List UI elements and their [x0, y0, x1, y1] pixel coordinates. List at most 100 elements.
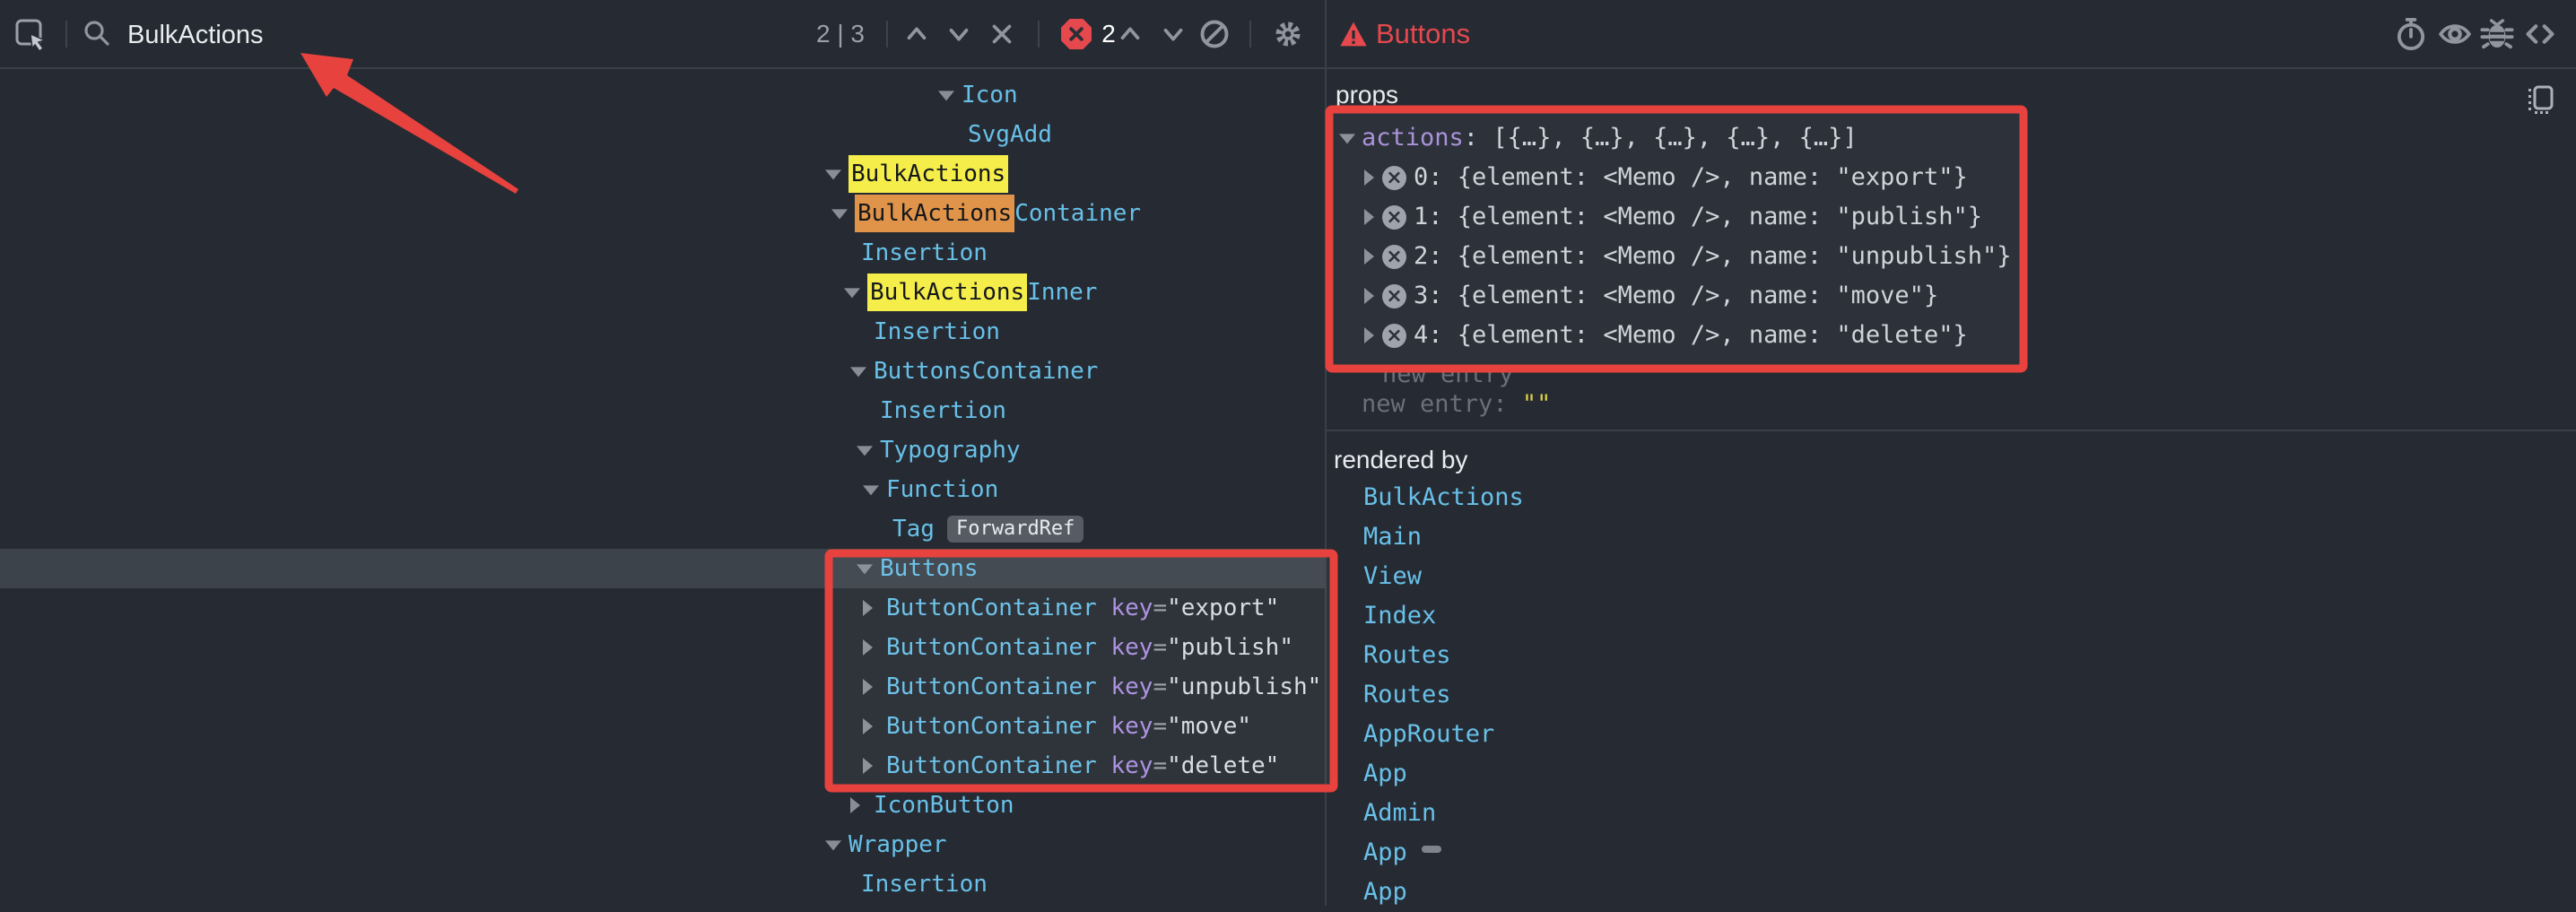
expand-icon[interactable] — [863, 718, 873, 734]
collapse-icon[interactable] — [938, 91, 954, 100]
prop-array-item-row[interactable]: ×0: {element: <Memo />, name: "export"} — [1327, 158, 2576, 197]
rendered-by-item[interactable]: Routes — [1363, 636, 1524, 675]
tree-row[interactable]: BulkActions — [0, 154, 1325, 194]
expand-icon[interactable] — [1364, 248, 1374, 265]
expand-icon[interactable] — [1364, 169, 1374, 186]
rendered-by-item[interactable]: View — [1363, 557, 1524, 596]
inspect-dom-button[interactable] — [2435, 0, 2475, 67]
key-attribute-name: key — [1110, 752, 1153, 779]
clear-search-button[interactable] — [982, 0, 1022, 67]
expand-icon[interactable] — [850, 797, 860, 813]
owner-component-name[interactable]: Admin — [1363, 799, 1436, 827]
expand-icon[interactable] — [1364, 288, 1374, 304]
delete-entry-icon[interactable]: × — [1382, 324, 1406, 348]
next-result-button[interactable] — [939, 0, 979, 67]
tree-row[interactable]: Icon — [0, 75, 1325, 115]
tree-row[interactable]: Function — [0, 470, 1325, 509]
delete-entry-icon[interactable]: × — [1382, 284, 1406, 308]
new-entry-label[interactable]: new entry — [1362, 390, 1493, 418]
tree-row[interactable]: ButtonContainer key="delete" — [0, 746, 1325, 786]
owner-component-name[interactable]: App — [1363, 878, 1407, 906]
collapse-icon[interactable] — [844, 288, 860, 298]
view-source-button[interactable] — [2520, 0, 2560, 67]
collapse-icon[interactable] — [850, 367, 866, 377]
tree-row[interactable]: Insertion — [0, 312, 1325, 352]
prop-array-item-row[interactable]: ×3: {element: <Memo />, name: "move"} — [1327, 276, 2576, 316]
collapse-icon[interactable] — [831, 209, 848, 219]
owner-component-name[interactable]: BulkActions — [1363, 483, 1524, 511]
expand-icon[interactable] — [863, 639, 873, 656]
collapse-icon[interactable] — [825, 840, 841, 850]
tree-row[interactable]: Insertion — [0, 391, 1325, 430]
owner-component-name[interactable]: Routes — [1363, 681, 1451, 708]
tree-row[interactable]: Insertion — [0, 233, 1325, 273]
inspect-element-button[interactable] — [9, 0, 52, 67]
delete-entry-icon[interactable]: × — [1382, 166, 1406, 190]
error-badge[interactable] — [1058, 0, 1094, 67]
rendered-by-item[interactable]: BulkActions — [1363, 478, 1524, 517]
copy-props-button[interactable] — [2524, 84, 2556, 115]
tree-row[interactable]: Insertion — [0, 864, 1325, 904]
owner-component-name[interactable]: Main — [1363, 523, 1422, 551]
owner-component-name[interactable]: App — [1363, 760, 1407, 787]
rendered-by-item[interactable]: App — [1363, 833, 1524, 873]
debug-log-button[interactable] — [2477, 0, 2517, 67]
tree-row[interactable]: ButtonContainer key="unpublish" — [0, 667, 1325, 707]
tree-row[interactable]: ButtonContainer key="move" — [0, 707, 1325, 746]
collapse-icon[interactable] — [863, 485, 879, 495]
settings-button[interactable] — [1266, 0, 1310, 67]
new-entry-value[interactable]: "" — [1522, 390, 1552, 418]
rendered-by-item[interactable]: Index — [1363, 596, 1524, 636]
owner-component-name[interactable]: Routes — [1363, 641, 1451, 669]
tree-row[interactable]: ButtonsContainer — [0, 352, 1325, 391]
previous-result-button[interactable] — [897, 0, 936, 67]
prop-row-actions[interactable]: actions: [{…}, {…}, {…}, {…}, {…}] — [1327, 118, 2576, 158]
rendered-by-item[interactable]: AppRouter — [1363, 715, 1524, 754]
tree-row[interactable]: BulkActionsInner — [0, 273, 1325, 312]
delete-entry-icon[interactable]: × — [1382, 205, 1406, 230]
component-tree: IconSvgAddBulkActionsBulkActionsContaine… — [0, 75, 1325, 904]
rendered-by-item[interactable]: App — [1363, 873, 1524, 912]
tree-row[interactable]: BulkActionsContainer — [0, 194, 1325, 233]
tree-row-content: TagForwardRef — [892, 509, 1083, 549]
tree-row[interactable]: ButtonContainer key="export" — [0, 588, 1325, 628]
search-input[interactable] — [126, 14, 757, 56]
new-entry-row[interactable]: new entry: "" — [1362, 385, 2576, 424]
owner-component-name[interactable]: AppRouter — [1363, 720, 1494, 748]
suspend-toggle-button[interactable] — [1195, 0, 1234, 67]
tree-row[interactable]: TagForwardRef — [0, 509, 1325, 549]
delete-entry-icon[interactable]: × — [1382, 245, 1406, 269]
expand-icon[interactable] — [1364, 327, 1374, 343]
expand-icon[interactable] — [863, 758, 873, 774]
tree-row[interactable]: IconButton — [0, 786, 1325, 825]
prop-separator: : — [1464, 124, 1493, 152]
section-divider — [1327, 430, 2576, 431]
expand-icon[interactable] — [1364, 209, 1374, 225]
rendered-by-item[interactable]: Main — [1363, 517, 1524, 557]
previous-error-button[interactable] — [1110, 0, 1150, 67]
expand-icon[interactable] — [863, 600, 873, 616]
rendered-by-item[interactable]: App — [1363, 754, 1524, 794]
component-name: Tag — [892, 516, 935, 543]
prop-array-item-row[interactable]: ×1: {element: <Memo />, name: "publish"} — [1327, 197, 2576, 237]
tree-row[interactable]: Wrapper — [0, 825, 1325, 864]
collapse-icon[interactable] — [857, 564, 873, 574]
owner-component-name[interactable]: App — [1363, 838, 1407, 866]
tree-row[interactable]: SvgAdd — [0, 115, 1325, 154]
profile-timing-button[interactable] — [2391, 0, 2431, 67]
next-error-button[interactable] — [1153, 0, 1193, 67]
expand-icon[interactable] — [863, 679, 873, 695]
owner-component-name[interactable]: View — [1363, 562, 1422, 590]
rendered-by-item[interactable]: Routes — [1363, 675, 1524, 715]
rendered-by-item[interactable]: Admin — [1363, 794, 1524, 833]
tree-row[interactable]: Buttons — [0, 549, 1325, 588]
tree-row[interactable]: Typography — [0, 430, 1325, 470]
prop-array-item-row[interactable]: ×2: {element: <Memo />, name: "unpublish… — [1327, 237, 2576, 276]
collapse-icon[interactable] — [825, 169, 841, 179]
tree-row[interactable]: ButtonContainer key="publish" — [0, 628, 1325, 667]
prop-array-item-row[interactable]: ×4: {element: <Memo />, name: "delete"} — [1327, 316, 2576, 355]
search-results-count: 2 | 3 — [816, 0, 865, 67]
owner-component-name[interactable]: Index — [1363, 602, 1436, 630]
collapse-icon[interactable] — [1339, 134, 1355, 143]
collapse-icon[interactable] — [857, 446, 873, 456]
